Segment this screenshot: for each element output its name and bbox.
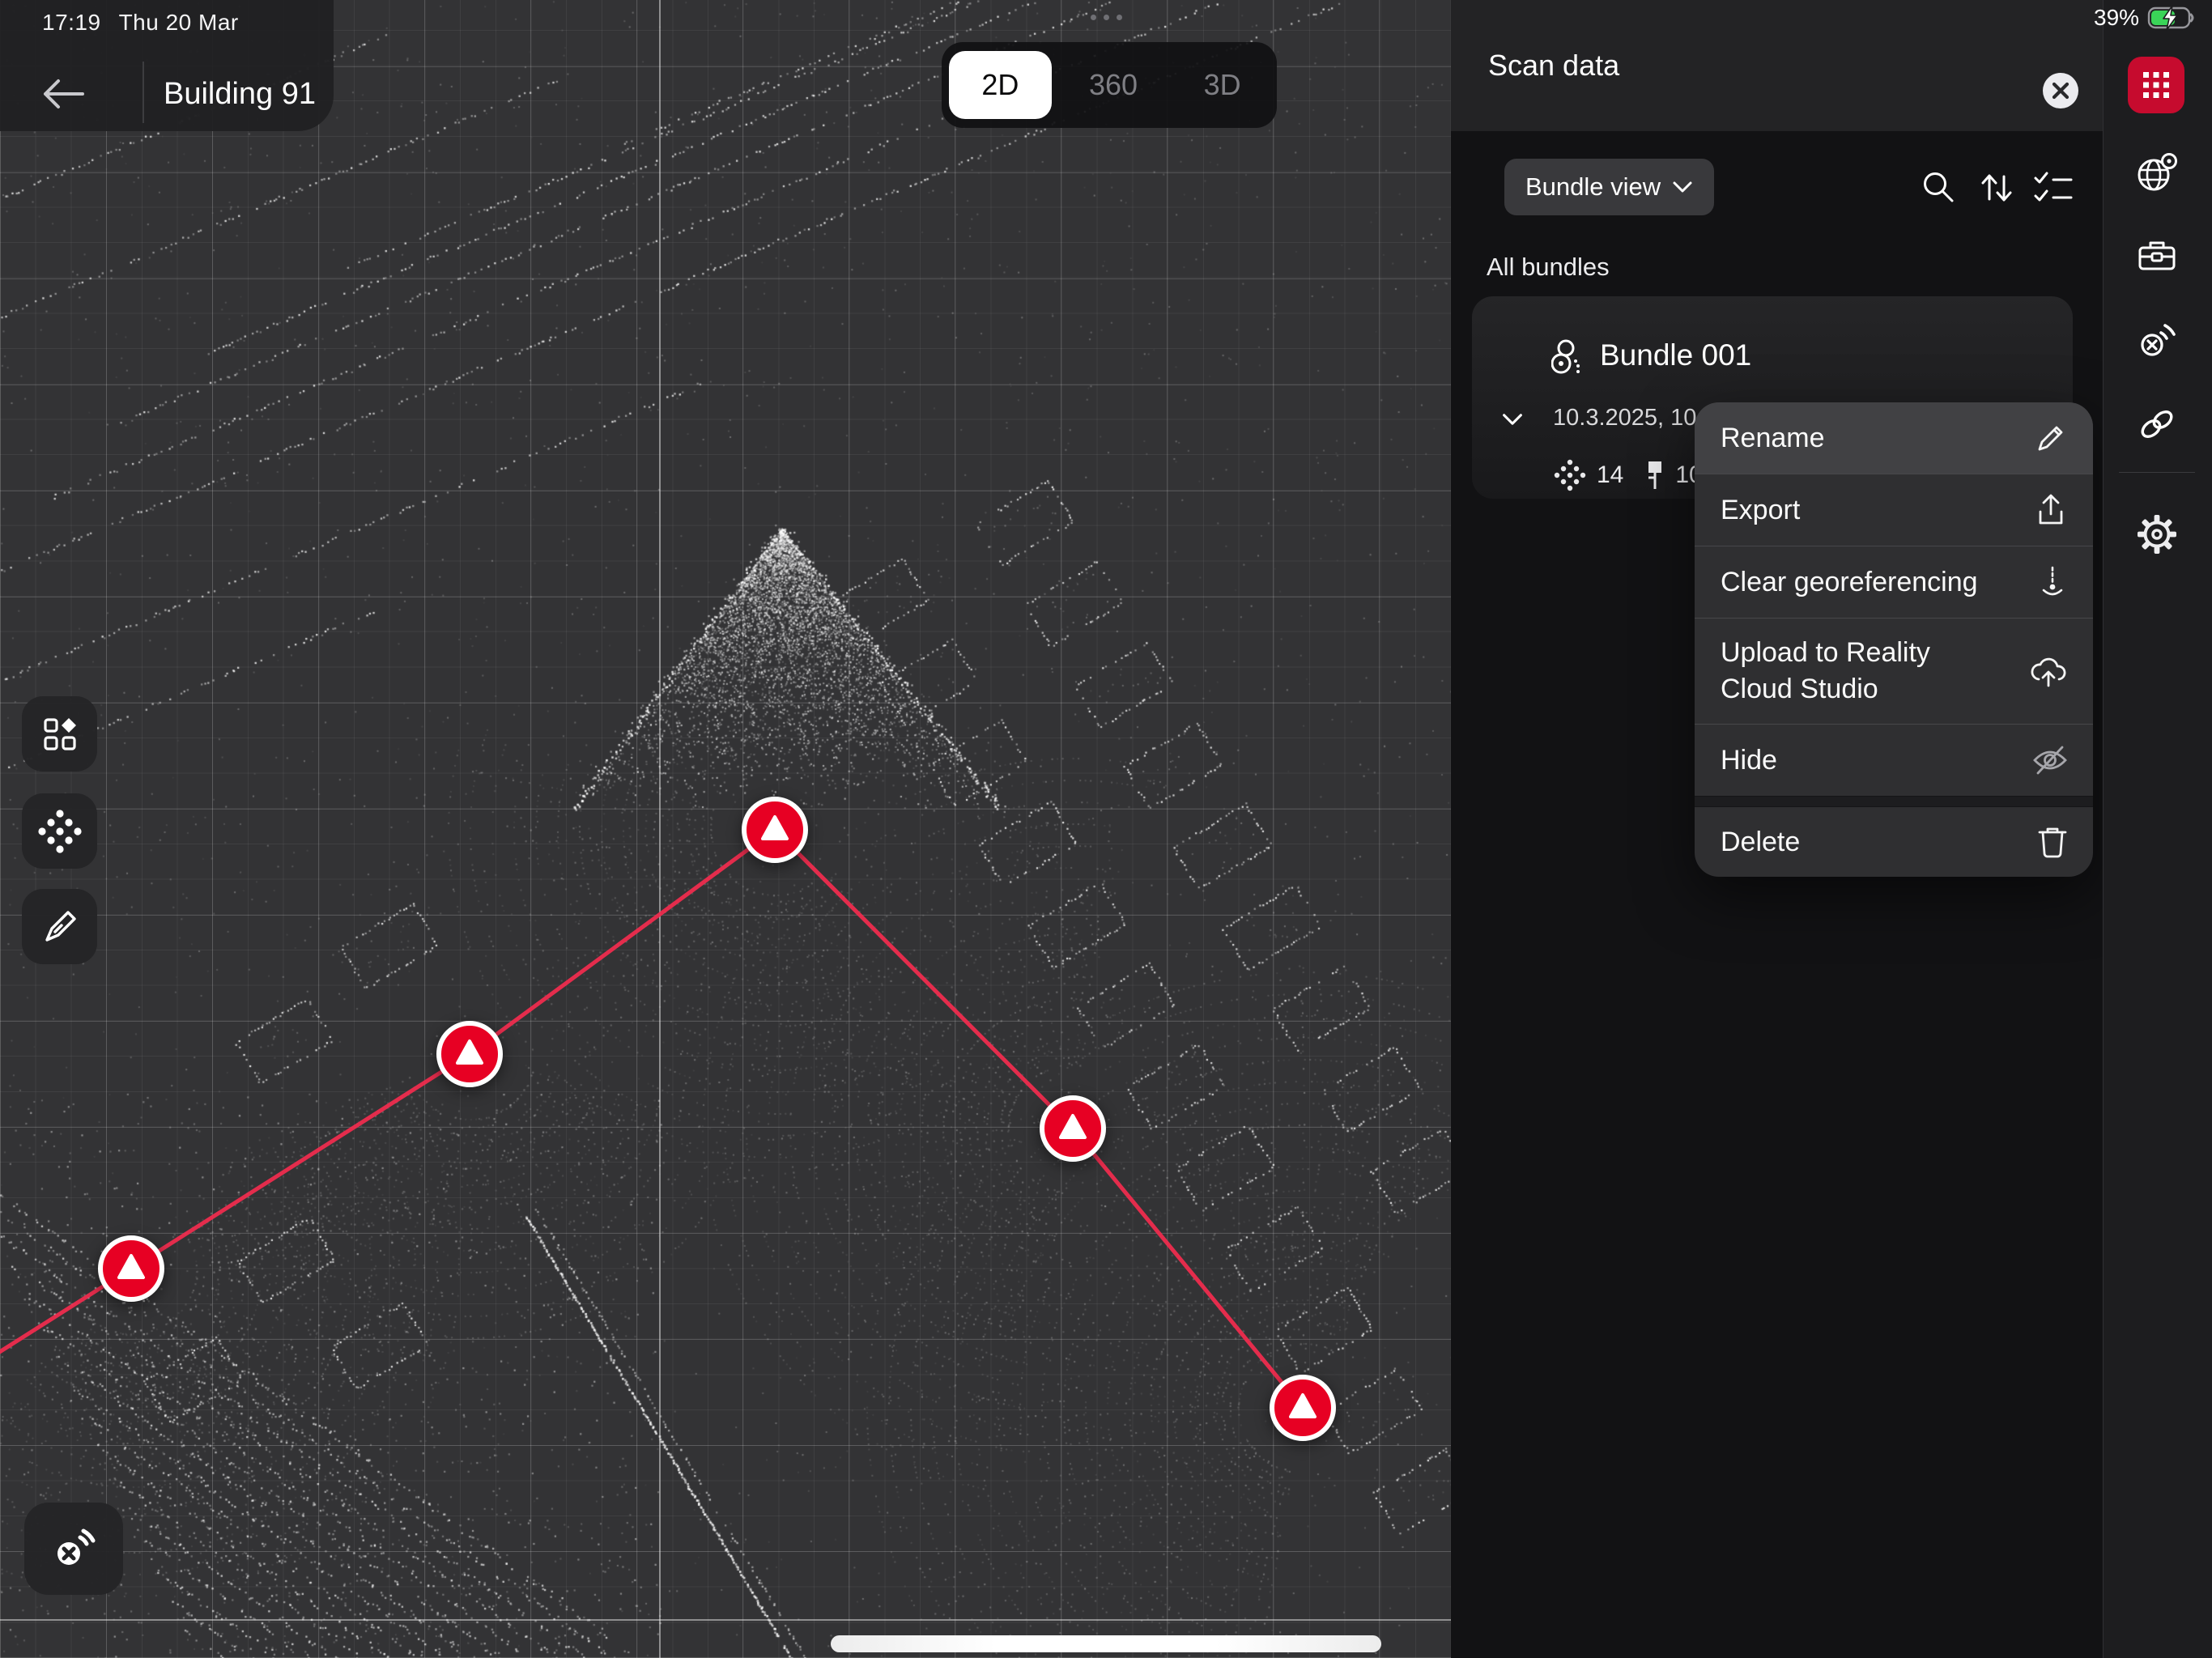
point-cloud-view-button[interactable] xyxy=(22,793,97,869)
search-icon xyxy=(1919,168,1958,207)
pencil-icon xyxy=(2033,420,2069,456)
export-icon xyxy=(2033,492,2069,528)
status-time: 17:19 xyxy=(42,10,101,35)
menu-label-hide: Hide xyxy=(1721,742,1777,779)
sort-arrows-icon xyxy=(1977,168,2016,207)
grid-diamond-icon xyxy=(39,713,81,755)
chevron-down-icon xyxy=(1497,404,1528,435)
status-clock: 17:19 Thu 20 Mar xyxy=(42,10,239,36)
battery-charging-icon xyxy=(2147,5,2197,31)
panel-title: Scan data xyxy=(1488,0,1619,131)
menu-item-upload-reality-cloud[interactable]: Upload to Reality Cloud Studio xyxy=(1695,618,2093,724)
sidebar-geolocation-button[interactable] xyxy=(2128,144,2186,202)
multitasking-indicator[interactable] xyxy=(1083,15,1129,26)
sidebar-settings-button[interactable] xyxy=(2128,505,2186,563)
page-title: Building 91 xyxy=(159,70,321,118)
scanner-connection-button[interactable] xyxy=(24,1503,123,1595)
tab-360[interactable]: 360 xyxy=(1062,51,1165,119)
bundle-context-menu: Rename Export Clear georeferencing Uploa… xyxy=(1695,402,2093,877)
scan-count: 14 xyxy=(1597,461,1623,489)
bundle-icon xyxy=(1551,338,1590,377)
link-icon xyxy=(2135,402,2179,446)
back-arrow-icon xyxy=(42,76,87,112)
trash-icon xyxy=(2036,824,2069,860)
close-panel-button[interactable] xyxy=(2042,72,2079,109)
nav-panel: 17:19 Thu 20 Mar Building 91 xyxy=(0,0,334,131)
section-label: All bundles xyxy=(1487,253,1610,282)
scan-route-line xyxy=(0,830,1303,1408)
nav-divider xyxy=(143,62,144,123)
bundle-name: Bundle 001 xyxy=(1600,338,1751,372)
menu-item-delete[interactable]: Delete xyxy=(1695,807,2093,877)
expand-bundle-button[interactable] xyxy=(1495,402,1530,437)
tab-2d[interactable]: 2D xyxy=(949,51,1052,119)
scan-marker-3[interactable] xyxy=(744,799,806,861)
menu-item-export[interactable]: Export xyxy=(1695,474,2093,546)
menu-label-delete: Delete xyxy=(1721,824,1800,861)
grid-apps-icon xyxy=(2138,67,2174,103)
battery-status: 39% xyxy=(2094,5,2197,31)
back-button[interactable] xyxy=(36,70,94,118)
point-dots-icon xyxy=(37,809,83,854)
status-date: Thu 20 Mar xyxy=(119,10,239,35)
toolbox-icon xyxy=(2136,236,2178,275)
scan-data-apps-button[interactable] xyxy=(2128,57,2184,113)
battery-percent: 39% xyxy=(2094,5,2139,31)
scan-count-icon xyxy=(1553,458,1587,492)
bundle-stats: 14 10 xyxy=(1553,457,1703,494)
scan-marker-2[interactable] xyxy=(439,1023,500,1085)
eye-slash-icon xyxy=(2031,744,2069,776)
scan-marker-4[interactable] xyxy=(1042,1098,1104,1159)
menu-item-hide[interactable]: Hide xyxy=(1695,724,2093,796)
menu-group-separator xyxy=(1695,796,2093,807)
setups-view-button[interactable] xyxy=(22,696,97,772)
multiselect-button[interactable] xyxy=(2027,162,2079,214)
menu-label-upload: Upload to Reality Cloud Studio xyxy=(1721,635,2000,708)
cloud-upload-icon xyxy=(2028,653,2069,689)
menu-label-rename: Rename xyxy=(1721,420,1825,457)
menu-label-export: Export xyxy=(1721,492,1800,529)
scan-marker-1[interactable] xyxy=(100,1238,162,1299)
menu-item-clear-georeferencing[interactable]: Clear georeferencing xyxy=(1695,546,2093,618)
scanner-disconnected-icon xyxy=(49,1524,98,1573)
view-mode-toggle: 2D 360 3D xyxy=(942,42,1277,128)
close-icon xyxy=(2042,72,2079,109)
globe-pin-icon xyxy=(2134,152,2180,194)
menu-item-rename[interactable]: Rename xyxy=(1695,402,2093,474)
sidebar-divider xyxy=(2119,472,2195,473)
annotate-tool-button[interactable] xyxy=(22,889,97,964)
scalpel-icon xyxy=(39,906,81,948)
gear-icon xyxy=(2136,513,2178,555)
georeference-icon xyxy=(2033,564,2069,600)
search-button[interactable] xyxy=(1912,162,1964,214)
tab-3d[interactable]: 3D xyxy=(1171,51,1274,119)
sidebar-scanner-status-button[interactable] xyxy=(2128,311,2186,369)
chevron-down-icon xyxy=(1672,180,1693,194)
bundle-view-selector[interactable]: Bundle view xyxy=(1504,159,1714,215)
scan-marker-5[interactable] xyxy=(1272,1377,1334,1439)
sidebar-toolbox-button[interactable] xyxy=(2128,227,2186,285)
target-count-icon xyxy=(1644,457,1665,494)
bundle-view-label: Bundle view xyxy=(1525,172,1661,202)
sidebar-link-button[interactable] xyxy=(2128,395,2186,453)
scanner-disconnected-icon xyxy=(2135,318,2179,362)
home-indicator[interactable] xyxy=(831,1635,1381,1652)
checklist-icon xyxy=(2032,170,2074,206)
point-cloud-map[interactable] xyxy=(0,0,1451,1658)
menu-label-clear-georeferencing: Clear georeferencing xyxy=(1721,564,1978,601)
sort-button[interactable] xyxy=(1971,162,2023,214)
scan-route-overlay xyxy=(0,0,1451,1658)
